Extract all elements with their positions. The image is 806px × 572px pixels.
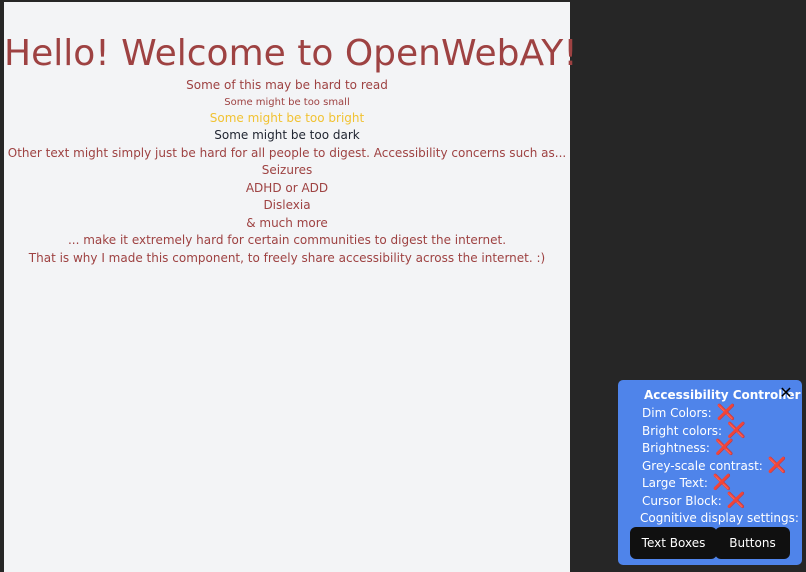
close-icon[interactable]: ✕ (778, 386, 794, 402)
option-large-text[interactable]: Large Text: ❌ (642, 475, 732, 490)
accessibility-controller-panel: Accessibility Controller ✕ Dim Colors: ❌… (618, 380, 802, 565)
page-content: Hello! Welcome to OpenWebAY! Some of thi… (4, 2, 578, 572)
text-line-hard-to-digest: Other text might simply just be hard for… (7, 145, 567, 160)
option-brightness[interactable]: Brightness: ❌ (642, 440, 734, 455)
buttons-button[interactable]: Buttons (715, 527, 790, 559)
text-line-adhd: ADHD or ADD (245, 180, 329, 195)
cross-icon[interactable]: ❌ (717, 405, 736, 420)
text-line-communities: ... make it extremely hard for certain c… (67, 233, 507, 247)
option-label: Large Text: (642, 475, 708, 490)
option-label: Dim Colors: (642, 405, 712, 420)
option-label: Cursor Block: (642, 493, 722, 508)
text-line-too-bright: Some might be too bright (209, 110, 365, 125)
option-label: Grey-scale contrast: (642, 458, 763, 473)
option-label: Brightness: (642, 440, 710, 455)
option-dim-colors[interactable]: Dim Colors: ❌ (642, 405, 735, 420)
option-label: Bright colors: (642, 423, 723, 438)
option-grey-scale-contrast[interactable]: Grey-scale contrast: ❌ (642, 458, 787, 473)
text-line-why-component: That is why I made this component, to fr… (28, 250, 546, 265)
cross-icon[interactable]: ❌ (715, 440, 734, 455)
text-line-seizures: Seizures (261, 163, 313, 177)
page-title: Hello! Welcome to OpenWebAY! (4, 33, 578, 74)
cross-icon[interactable]: ❌ (727, 493, 746, 508)
text-line-hard-to-read: Some of this may be hard to read (186, 78, 388, 92)
cross-icon[interactable]: ❌ (713, 475, 732, 490)
text-boxes-button[interactable]: Text Boxes (630, 527, 717, 559)
option-bright-colors[interactable]: Bright colors: ❌ (642, 423, 746, 438)
option-cursor-block[interactable]: Cursor Block: ❌ (642, 493, 745, 508)
text-line-too-small: Some might be too small (224, 96, 350, 108)
cognitive-display-label: Cognitive display settings: (640, 511, 799, 525)
text-line-much-more: & much more (246, 215, 328, 230)
text-line-dislexia: Dislexia (263, 198, 311, 212)
cross-icon[interactable]: ❌ (727, 423, 746, 438)
text-line-too-dark: Some might be too dark (214, 128, 360, 142)
cross-icon[interactable]: ❌ (768, 458, 787, 473)
